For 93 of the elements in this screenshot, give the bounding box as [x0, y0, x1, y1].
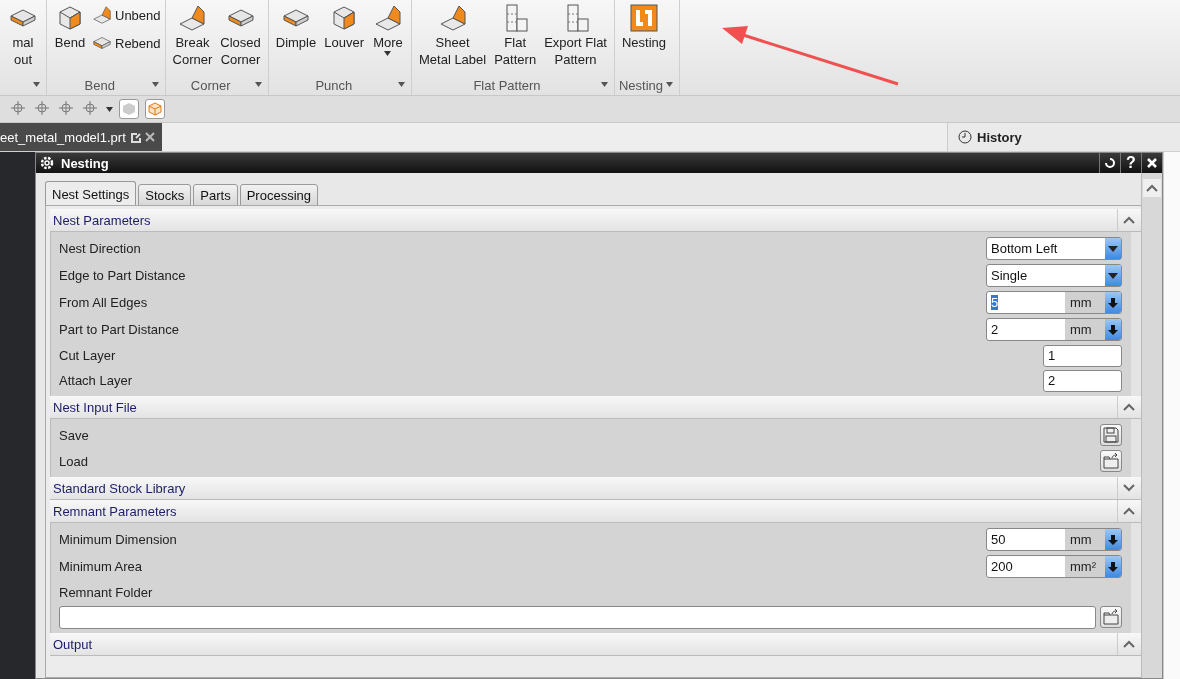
ribbon-button[interactable]: Closed Corner: [217, 2, 264, 68]
collapse-icon: [1122, 403, 1135, 411]
caret-icon[interactable]: [666, 82, 674, 87]
input-field[interactable]: 2 mm: [986, 318, 1122, 341]
dialog-tab[interactable]: Stocks: [138, 184, 192, 206]
dialog-tab[interactable]: Parts: [193, 184, 238, 206]
caret-icon[interactable]: [106, 106, 113, 112]
open-button[interactable]: [1100, 450, 1122, 472]
field-label: Minimum Dimension: [59, 532, 177, 547]
ribbon-button[interactable]: Nesting: [619, 2, 670, 51]
caret-icon[interactable]: [601, 82, 608, 87]
dialog-title: Nesting: [60, 155, 110, 171]
nesting-icon: [628, 2, 660, 34]
sheet-part-icon: [91, 4, 113, 26]
down-arrow-icon: [1108, 324, 1118, 335]
clock-icon: [958, 130, 972, 144]
dropdown-arrow-icon: [1108, 272, 1118, 279]
group-label: Punch: [315, 77, 353, 93]
ribbon-button[interactable]: Sheet Metal Label: [416, 2, 490, 68]
edit-icon: [129, 131, 141, 143]
collapse-icon: [1122, 216, 1135, 224]
field-label: Minimum Area: [59, 559, 143, 574]
section-header[interactable]: Nest Input File: [50, 396, 1141, 419]
browse-button[interactable]: [1100, 606, 1122, 628]
field-label: Nest Direction: [59, 241, 141, 256]
snap-tool-icon[interactable]: [10, 100, 28, 118]
group-label: Bend: [84, 77, 115, 93]
ribbon-button[interactable]: Dimple: [272, 2, 320, 51]
ribbon-button[interactable]: mal out: [4, 2, 42, 68]
caret-icon[interactable]: [398, 82, 405, 87]
caret-icon[interactable]: [33, 82, 40, 87]
wireframe-view-button[interactable]: [145, 99, 165, 119]
folder-icon: [1103, 609, 1119, 625]
expand-icon: [1122, 484, 1135, 492]
close-icon[interactable]: [144, 132, 155, 142]
dropdown-field[interactable]: Bottom Left: [986, 237, 1122, 260]
collapse-icon: [1122, 640, 1135, 648]
ribbon-button[interactable]: Louver: [321, 2, 367, 51]
field-label: Attach Layer: [59, 373, 132, 388]
input-field[interactable]: [59, 605, 1096, 629]
field-label: Save: [59, 427, 89, 443]
snap-tool-icon[interactable]: [34, 100, 52, 118]
field-label: Edge to Part Distance: [59, 268, 186, 283]
input-field[interactable]: 200 mm²: [986, 555, 1122, 578]
reset-icon: [1104, 157, 1116, 169]
group-label: Corner: [190, 77, 231, 93]
cube-icon: [148, 102, 162, 116]
file-tab[interactable]: eet_metal_model1.prt: [0, 123, 162, 151]
caret-icon[interactable]: [254, 82, 262, 87]
field-label: From All Edges: [59, 295, 148, 310]
folder-icon: [1103, 453, 1119, 469]
group-label: Flat Pattern: [473, 77, 541, 93]
ribbon-button[interactable]: Break Corner: [169, 2, 216, 68]
section-header[interactable]: Nest Parameters: [50, 209, 1141, 232]
collapse-icon: [1146, 184, 1158, 192]
ribbon-button[interactable]: Flat Pattern: [491, 2, 540, 68]
save-icon: [1103, 427, 1119, 443]
down-arrow-icon: [1108, 534, 1118, 545]
dropdown-field[interactable]: Single: [986, 264, 1122, 287]
down-arrow-icon: [1108, 297, 1118, 308]
snap-tool-icon[interactable]: [58, 100, 76, 118]
ribbon-button[interactable]: More: [369, 2, 407, 56]
save-button[interactable]: [1100, 424, 1122, 446]
input-field[interactable]: 1: [1043, 344, 1122, 367]
history-tab[interactable]: History: [947, 123, 1180, 151]
help-button[interactable]: ?: [1120, 153, 1141, 173]
input-field[interactable]: 2: [1043, 369, 1122, 392]
field-label: Cut Layer: [59, 348, 116, 363]
field-label: Load: [59, 453, 88, 469]
section-header[interactable]: Remnant Parameters: [50, 500, 1141, 523]
close-icon: [1146, 157, 1158, 169]
scrollbar[interactable]: [1141, 173, 1162, 678]
shaded-view-button[interactable]: [119, 99, 139, 119]
section-header[interactable]: Output: [50, 633, 1141, 656]
field-label: Remnant Folder: [59, 584, 153, 600]
snap-tool-icon[interactable]: [82, 100, 100, 118]
ribbon-button[interactable]: Export Flat Pattern: [541, 2, 610, 68]
section-header[interactable]: Standard Stock Library: [50, 477, 1141, 500]
ribbon-button[interactable]: Unbend: [91, 4, 161, 26]
cube-icon: [122, 102, 136, 116]
field-label: Part to Part Distance: [59, 322, 179, 337]
dropdown-arrow-icon: [1108, 245, 1118, 252]
settings-icon[interactable]: [39, 155, 55, 171]
input-field[interactable]: 5 mm: [986, 291, 1122, 314]
caret-icon[interactable]: [151, 82, 159, 87]
input-field[interactable]: 50 mm: [986, 528, 1122, 551]
down-arrow-icon: [1108, 561, 1118, 572]
group-label: Nesting: [619, 77, 664, 93]
ribbon-button[interactable]: Rebend: [91, 32, 161, 54]
dialog-tab[interactable]: Processing: [239, 184, 318, 206]
dialog-tab[interactable]: Nest Settings: [45, 181, 137, 206]
collapse-icon: [1122, 507, 1135, 515]
ribbon-button[interactable]: Bend: [51, 2, 89, 51]
